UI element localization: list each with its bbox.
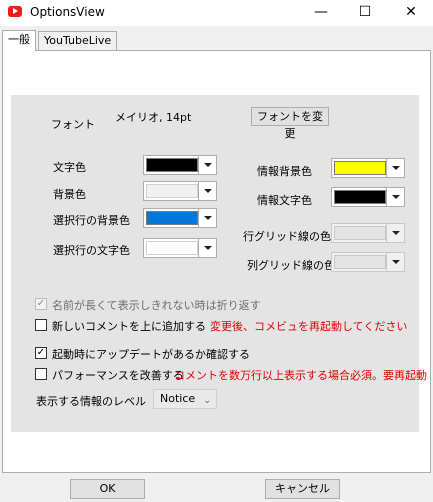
background-color-picker[interactable]: [143, 181, 217, 201]
maximize-button[interactable]: ☐: [343, 0, 387, 26]
font-label: フォント: [51, 118, 95, 131]
chevron-down-icon[interactable]: [386, 188, 404, 206]
log-level-label: 表示する情報のレベル: [36, 395, 146, 408]
background-color-label: 背景色: [53, 188, 86, 201]
chevron-down-icon: ⌄: [203, 396, 211, 406]
close-button[interactable]: ✕: [389, 0, 433, 26]
tab-youtubelive[interactable]: YouTubeLive: [38, 31, 118, 51]
general-tab-panel: フォント メイリオ, 14pt フォントを変更 文字色 背景色 選択行の背景色 …: [2, 50, 431, 473]
info-bg-picker[interactable]: [331, 158, 405, 178]
chevron-down-icon[interactable]: [386, 253, 404, 271]
selected-row-text-swatch: [146, 241, 198, 255]
info-text-label: 情報文字色: [257, 194, 312, 207]
wrap-long-names-checkbox[interactable]: ✓: [35, 298, 47, 310]
col-grid-label: 列グリッド線の色: [247, 259, 335, 272]
selected-row-bg-picker[interactable]: [143, 208, 217, 228]
change-font-button[interactable]: フォントを変更: [251, 107, 329, 140]
text-color-swatch: [146, 158, 198, 172]
minimize-button[interactable]: —: [299, 0, 343, 26]
col-grid-picker[interactable]: [331, 252, 405, 272]
window-title: OptionsView: [30, 5, 105, 19]
chevron-down-icon[interactable]: [386, 159, 404, 177]
chevron-down-icon[interactable]: [198, 239, 216, 257]
cancel-button[interactable]: キャンセル: [265, 479, 340, 499]
chevron-down-icon[interactable]: [198, 156, 216, 174]
title-bar[interactable]: OptionsView — ☐ ✕: [0, 0, 433, 26]
info-bg-swatch: [334, 161, 386, 175]
ok-button[interactable]: OK: [70, 479, 145, 499]
selected-row-text-picker[interactable]: [143, 238, 217, 258]
text-color-label: 文字色: [53, 161, 86, 174]
log-level-select[interactable]: Notice ⌄: [153, 389, 217, 409]
info-text-swatch: [334, 190, 386, 204]
row-grid-swatch: [334, 226, 386, 240]
info-text-picker[interactable]: [331, 187, 405, 207]
options-window: OptionsView — ☐ ✕ 一般 YouTubeLive フォント メイ…: [0, 0, 433, 502]
background-color-swatch: [146, 184, 198, 198]
selected-row-text-label: 選択行の文字色: [53, 244, 130, 257]
tab-general[interactable]: 一般: [2, 30, 36, 51]
row-grid-picker[interactable]: [331, 223, 405, 243]
check-update-checkbox[interactable]: ✓: [35, 347, 47, 359]
wrap-long-names-label: 名前が長くて表示しきれない時は折り返す: [52, 299, 261, 312]
info-bg-label: 情報背景色: [257, 165, 312, 178]
chevron-down-icon[interactable]: [198, 182, 216, 200]
new-comment-top-label: 新しいコメントを上に追加する: [52, 320, 206, 333]
selected-row-bg-swatch: [146, 211, 198, 225]
col-grid-swatch: [334, 255, 386, 269]
improve-perf-checkbox[interactable]: [35, 368, 47, 380]
log-level-value: Notice: [160, 392, 196, 405]
improve-perf-label: パフォーマンスを改善する: [52, 369, 184, 382]
new-comment-top-checkbox[interactable]: [35, 319, 47, 331]
selected-row-bg-label: 選択行の背景色: [53, 214, 130, 227]
font-value: メイリオ, 14pt: [115, 111, 192, 124]
restart-note: 変更後、コメビュを再起動してください: [210, 320, 408, 333]
text-color-picker[interactable]: [143, 155, 217, 175]
chevron-down-icon[interactable]: [198, 209, 216, 227]
check-update-label: 起動時にアップデートがあるか確認する: [52, 348, 250, 361]
settings-group: フォント メイリオ, 14pt フォントを変更 文字色 背景色 選択行の背景色 …: [11, 95, 427, 432]
youtube-app-icon: [8, 6, 22, 17]
chevron-down-icon[interactable]: [386, 224, 404, 242]
perf-note: コメントを数万行以上表示する場合必須。要再起動: [174, 369, 427, 382]
row-grid-label: 行グリッド線の色: [243, 230, 331, 243]
